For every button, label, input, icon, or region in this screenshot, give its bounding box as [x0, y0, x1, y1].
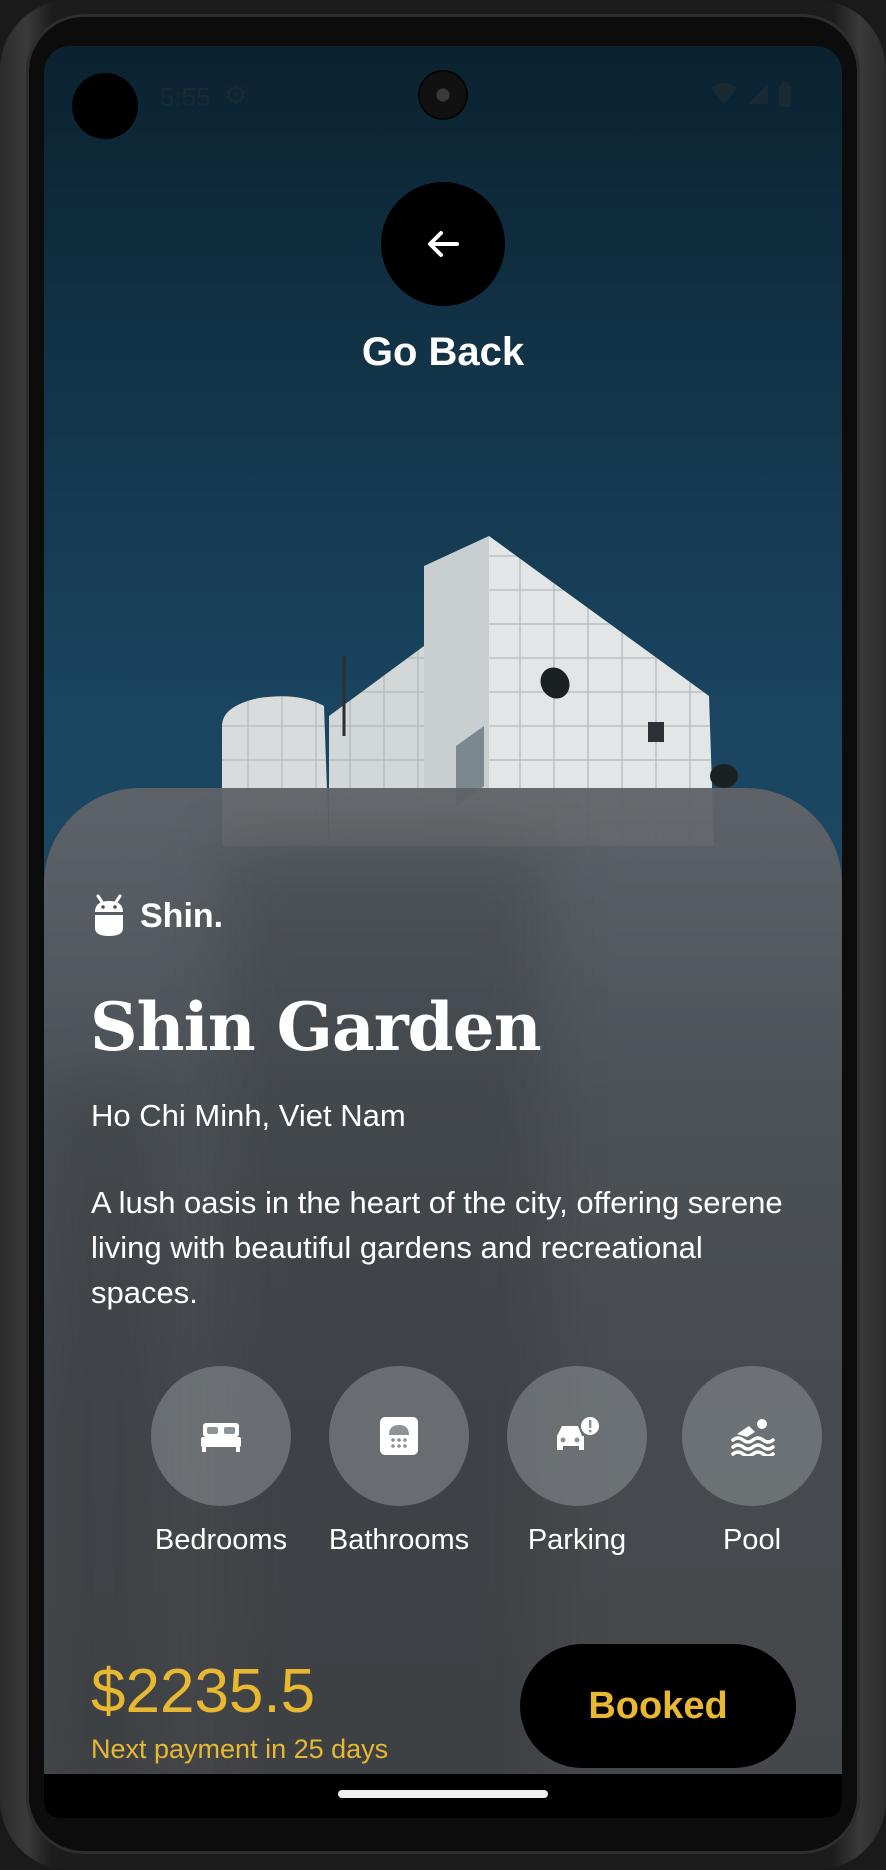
price: $2235.5 [91, 1657, 316, 1726]
bed-icon [201, 1423, 241, 1452]
building-photo [222, 536, 738, 846]
signal-icon [746, 82, 770, 113]
amenity-label: Bedrooms [154, 1524, 288, 1556]
amenities-list: Bedrooms Bathrooms Parking Pool [44, 1366, 842, 1566]
front-camera-left [72, 73, 138, 139]
wifi-icon [710, 82, 738, 113]
brand: Shin. [92, 894, 223, 938]
amenity-bedrooms[interactable]: Bedrooms [131, 1366, 311, 1557]
back-button[interactable] [381, 182, 505, 306]
property-card: Shin. Shin Garden Ho Chi Minh, Viet Nam … [44, 788, 842, 1818]
android-icon [95, 894, 123, 936]
amenity-label: Bathrooms [328, 1524, 470, 1556]
phone-frame: 5:55 ⚙ Go Back Shin. Shin Garden Ho Chi … [0, 0, 886, 1870]
amenity-label: Parking [527, 1524, 627, 1556]
status-time: 5:55 [160, 82, 211, 112]
next-payment: Next payment in 25 days [91, 1734, 389, 1764]
amenity-parking[interactable]: Parking [487, 1366, 667, 1557]
property-location: Ho Chi Minh, Viet Nam [91, 1098, 406, 1133]
system-icons [710, 82, 792, 113]
gear-icon: ⚙ [224, 80, 248, 110]
status-bar: 5:55 ⚙ [44, 46, 842, 146]
brand-name: Shin. [140, 896, 224, 935]
amenity-bathrooms[interactable]: Bathrooms [309, 1366, 489, 1557]
swimmer-icon [731, 1419, 775, 1456]
arrow-left-icon [428, 231, 459, 257]
front-camera-center [420, 72, 466, 118]
back-label[interactable]: Go Back [44, 330, 842, 375]
app-screen: 5:55 ⚙ Go Back Shin. Shin Garden Ho Chi … [44, 46, 842, 1818]
booked-button[interactable]: Booked [520, 1644, 796, 1768]
property-description: A lush oasis in the heart of the city, o… [91, 1185, 783, 1310]
battery-icon [778, 82, 792, 113]
amenity-label: Pool [722, 1524, 782, 1556]
car-alert-icon [557, 1417, 599, 1450]
property-title: Shin Garden [90, 988, 542, 1066]
amenity-pool[interactable]: Pool [662, 1366, 842, 1557]
shower-icon [380, 1417, 418, 1455]
home-indicator[interactable] [338, 1790, 548, 1798]
